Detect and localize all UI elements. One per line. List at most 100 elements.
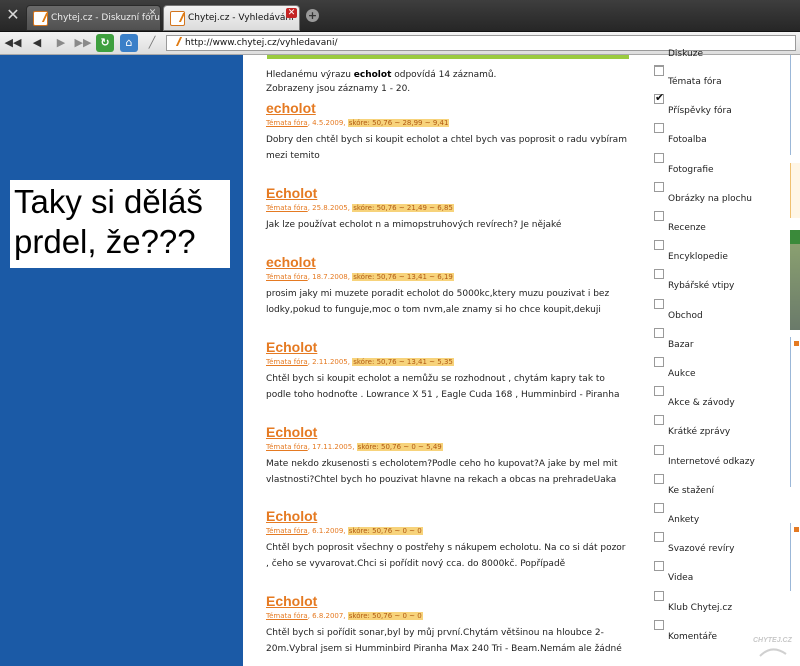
filter-item[interactable]: Příspěvky fóra [650, 91, 790, 122]
filter-checkbox[interactable] [654, 532, 664, 543]
result-title-link[interactable]: Echolot [266, 424, 628, 440]
svg-text:CHYTEJ.CZ: CHYTEJ.CZ [753, 637, 793, 644]
rewind-icon[interactable]: ◀◀ [4, 34, 22, 52]
filter-checkbox[interactable] [654, 152, 664, 163]
forward-icon[interactable]: ▶ [52, 34, 70, 52]
filter-item[interactable]: Rybářské vtipy [650, 269, 790, 297]
result-title-link[interactable]: Echolot [266, 508, 628, 524]
wand-icon[interactable]: ╱ [143, 34, 161, 52]
green-divider [267, 55, 629, 59]
filter-item[interactable]: Recenze [650, 211, 790, 239]
result-title-link[interactable]: Echolot [266, 593, 628, 609]
back-icon[interactable]: ◀ [28, 34, 46, 52]
filter-label: Klub Chytej.cz [668, 602, 733, 613]
address-text: http://www.chytej.cz/vyhledavani/ [185, 38, 338, 48]
result-meta: Témata fóra, 17.11.2005, skóre: 50,76 ~ … [266, 442, 628, 452]
result-category-link[interactable]: Témata fóra [266, 358, 308, 366]
filter-item[interactable]: Obchod [650, 298, 790, 327]
result-category-link[interactable]: Témata fóra [266, 273, 308, 281]
result-category-link[interactable]: Témata fóra [266, 527, 308, 535]
filter-item[interactable]: Videa [650, 561, 790, 589]
filter-item[interactable]: Témata fóra [650, 65, 790, 93]
result-score: skóre: 50,76 ~ 13,41 ~ 6,19 [352, 273, 454, 281]
result-meta: Témata fóra, 4.5.2009, skóre: 50,76 ~ 28… [266, 118, 628, 128]
filter-checkbox[interactable] [654, 123, 664, 134]
filter-label: Komentáře [668, 631, 718, 642]
edge-box [790, 523, 800, 591]
new-tab-icon[interactable]: + [306, 9, 319, 22]
filter-checkbox[interactable] [654, 269, 664, 280]
summary-suffix: odpovídá 14 záznamů. [391, 70, 497, 80]
left-blue-panel: Taky si děláš prdel, že??? [0, 55, 243, 666]
tab-close-icon[interactable]: ✕ [286, 8, 297, 18]
result-date: , 6.1.2009, [307, 527, 348, 535]
filter-checkbox[interactable] [654, 91, 664, 105]
filter-checkbox[interactable] [654, 415, 664, 426]
reload-icon[interactable]: ↻ [96, 34, 114, 52]
edge-image [790, 230, 800, 330]
filter-label: Rybářské vtipy [668, 281, 735, 292]
result-category-link[interactable]: Témata fóra [266, 119, 308, 127]
result-category-link[interactable]: Témata fóra [266, 443, 308, 451]
filter-checkbox[interactable] [654, 473, 664, 484]
filter-item[interactable]: Aukce [650, 357, 790, 385]
filter-item[interactable]: Encyklopedie [650, 240, 790, 268]
filter-checkbox[interactable] [654, 357, 664, 367]
result-category-link[interactable]: Témata fóra [266, 204, 308, 212]
tools-icon[interactable]: ✕ [4, 6, 22, 24]
tab-close-icon[interactable]: ✕ [147, 8, 158, 18]
filter-label: Témata fóra [668, 77, 722, 87]
result-excerpt: Chtěl bych si pořídit sonar,byl by můj p… [266, 628, 622, 654]
result-title-link[interactable]: Echolot [266, 185, 628, 201]
filter-label: Ankety [668, 515, 700, 525]
filter-checkbox[interactable] [654, 181, 664, 192]
home-icon[interactable]: ⌂ [120, 34, 138, 52]
filter-item[interactable]: Svazové revíry [650, 532, 790, 560]
tab-title: Chytej.cz - Diskuzní fóru... [51, 13, 161, 23]
result-score: skóre: 50,76 ~ 28,99 ~ 9,41 [347, 119, 450, 127]
result-score: skóre: 50,76 ~ 13,41 ~ 5,35 [352, 358, 454, 366]
filter-label: Ke stažení [668, 485, 715, 496]
filter-checkbox[interactable] [654, 240, 664, 251]
fast-forward-icon[interactable]: ▶▶ [74, 34, 92, 52]
meme-caption: Taky si děláš prdel, že??? [14, 183, 203, 260]
filter-item[interactable]: Obrázky na plochu [650, 181, 790, 210]
edge-box [790, 337, 800, 487]
filter-item[interactable]: Internetové odkazy [650, 444, 790, 473]
result-date: , 25.8.2005, [307, 204, 353, 212]
filter-item[interactable]: Klub Chytej.cz [650, 590, 790, 619]
filter-label: Obchod [668, 310, 703, 321]
result-title-link[interactable]: Echolot [266, 339, 628, 355]
filter-item[interactable]: Bazar [650, 327, 790, 356]
filter-item[interactable]: Fotografie [650, 152, 790, 181]
tab-forum[interactable]: Chytej.cz - Diskuzní fóru... ✕ [26, 5, 161, 31]
edge-box [790, 55, 800, 155]
result-title-link[interactable]: echolot [266, 100, 628, 116]
filter-checkbox[interactable] [654, 503, 664, 513]
filter-item[interactable]: Fotoalba [650, 123, 790, 151]
filter-checkbox[interactable] [654, 211, 664, 221]
filter-label: Bazar [668, 339, 694, 350]
tab-search[interactable]: Chytej.cz - Vyhledávání ✕ [163, 5, 300, 31]
filter-checkbox[interactable] [654, 327, 664, 338]
filter-label: Videa [668, 573, 694, 584]
filter-checkbox[interactable] [654, 561, 664, 572]
result-score: skóre: 50,76 ~ 0 ~ 0 [347, 612, 423, 620]
filter-checkbox[interactable] [654, 619, 664, 630]
result-title-link[interactable]: echolot [266, 254, 628, 270]
filter-item[interactable]: Ankety [650, 503, 790, 531]
filter-item[interactable]: Krátké zprávy [650, 415, 790, 443]
filter-item[interactable]: Akce & závody [650, 386, 790, 414]
filter-label: Recenze [668, 223, 706, 233]
result-date: , 17.11.2005, [307, 443, 357, 451]
filter-checkbox[interactable] [654, 444, 664, 455]
result-category-link[interactable]: Témata fóra [266, 612, 308, 620]
site-favicon-icon [170, 37, 181, 48]
filter-item[interactable]: Ke stažení [650, 473, 790, 502]
result-score: skóre: 50,76 ~ 0 ~ 5,49 [356, 443, 443, 451]
filter-checkbox[interactable] [654, 298, 664, 309]
filter-checkbox[interactable] [654, 590, 664, 601]
filter-checkbox[interactable] [654, 66, 664, 76]
filter-checkbox[interactable] [654, 386, 664, 397]
filter-label: Fotografie [668, 164, 714, 175]
